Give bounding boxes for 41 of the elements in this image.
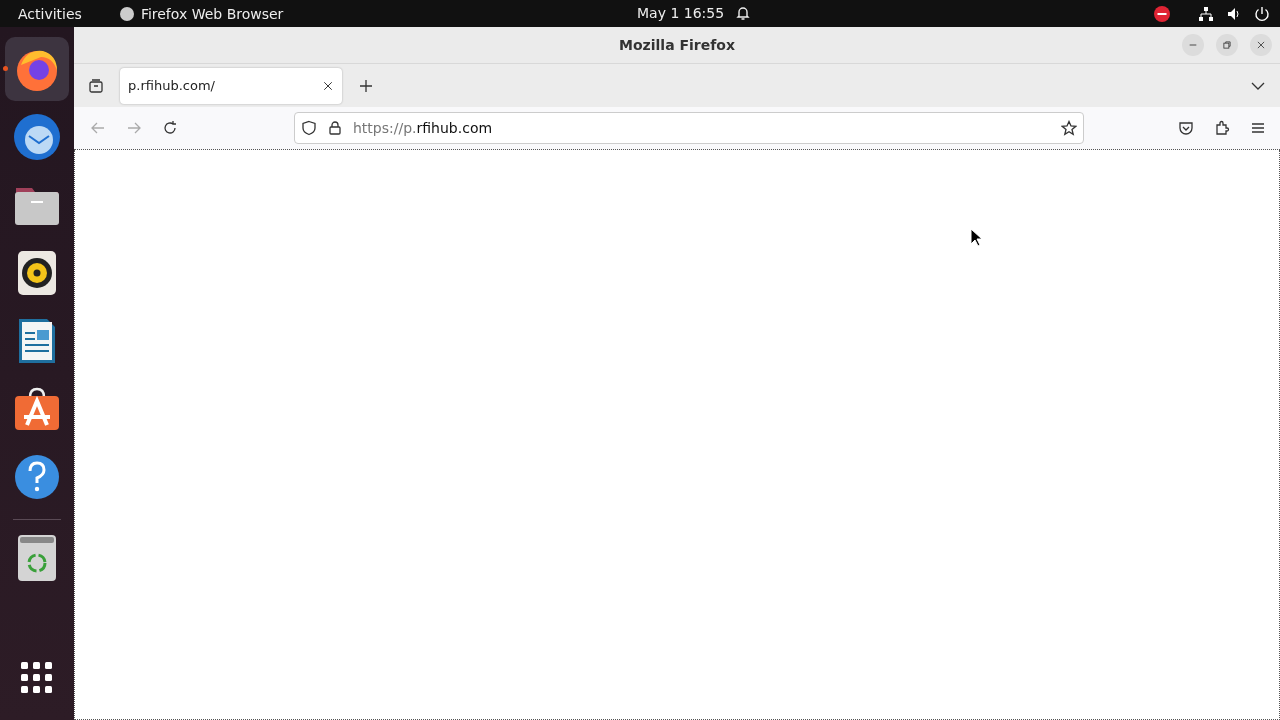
close-icon <box>1256 40 1266 50</box>
mail-icon <box>12 112 62 162</box>
puzzle-icon <box>1214 120 1230 136</box>
tray-icon <box>88 77 104 94</box>
plus-icon <box>358 77 374 94</box>
help-icon <box>14 454 60 500</box>
shopping-bag-icon <box>14 387 60 431</box>
close-button[interactable] <box>1250 34 1272 56</box>
reload-icon <box>162 120 178 136</box>
speaker-icon <box>18 251 56 295</box>
document-icon <box>18 318 56 364</box>
clock[interactable]: May 1 16:55 <box>637 5 725 21</box>
minimize-button[interactable] <box>1182 34 1204 56</box>
arrow-left-icon <box>90 120 106 136</box>
restore-icon <box>1222 40 1232 50</box>
pocket-icon <box>1178 120 1194 136</box>
bell-icon[interactable] <box>735 5 751 21</box>
app-name[interactable]: Firefox Web Browser <box>140 5 284 22</box>
menu-icon <box>1250 120 1266 136</box>
address-bar[interactable]: https://p.rfihub.com <box>294 112 1084 144</box>
trash-icon <box>18 535 56 581</box>
app-grid-icon[interactable] <box>21 662 53 694</box>
power-icon[interactable] <box>1254 5 1270 22</box>
browser-tab[interactable]: p.rfihub.com/ <box>120 67 342 104</box>
tab-title: p.rfihub.com/ <box>128 78 215 93</box>
cursor-icon <box>970 228 984 248</box>
do-not-disturb-icon[interactable] <box>1154 5 1170 22</box>
arrow-right-icon <box>126 120 142 136</box>
network-icon[interactable] <box>1198 5 1214 22</box>
activities-button[interactable]: Activities <box>18 5 82 22</box>
close-icon[interactable] <box>322 79 334 92</box>
dock-item[interactable] <box>5 37 69 101</box>
running-indicator <box>3 66 8 71</box>
minimize-icon <box>1189 44 1197 46</box>
lock-icon[interactable] <box>327 120 343 136</box>
maximize-button[interactable] <box>1216 34 1238 56</box>
shield-icon[interactable] <box>301 120 317 136</box>
url-text: https://p.rfihub.com <box>353 120 494 136</box>
window-title: Mozilla Firefox <box>619 37 735 53</box>
browser-icon <box>118 5 135 22</box>
star-icon[interactable] <box>1061 120 1077 136</box>
